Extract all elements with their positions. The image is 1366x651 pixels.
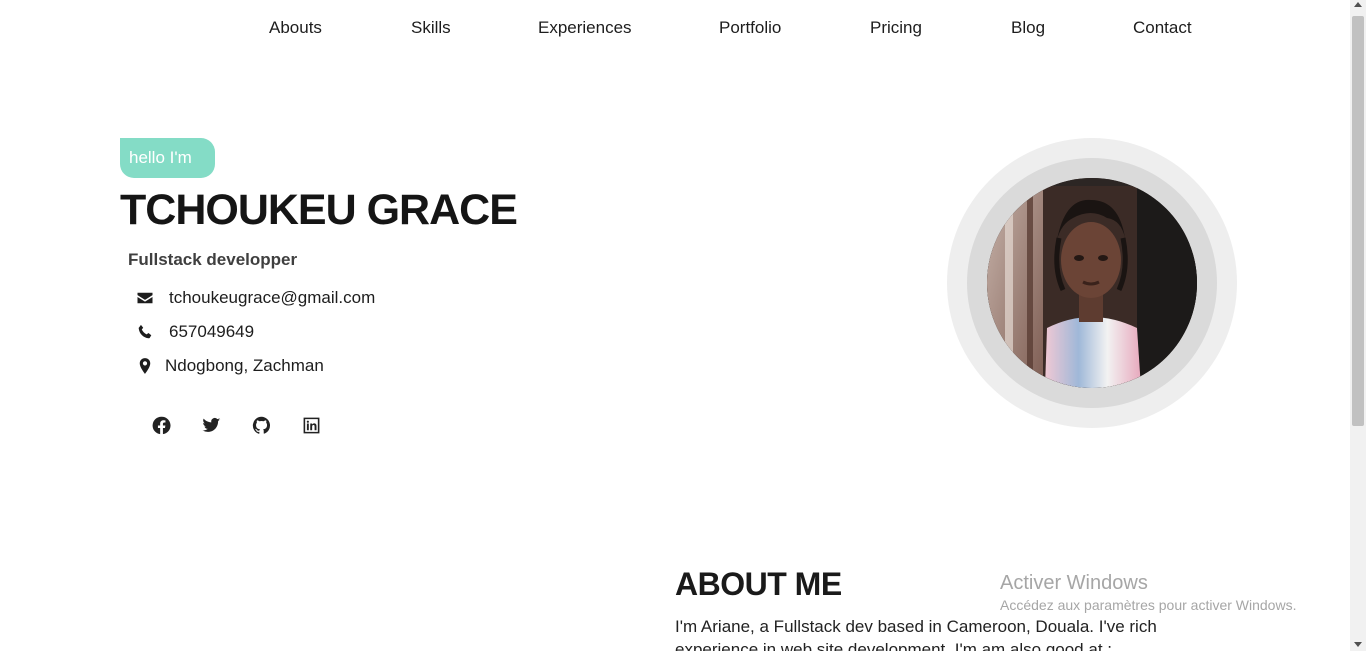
location-text: Ndogbong, Zachman xyxy=(165,356,324,375)
hero-role: Fullstack developper xyxy=(128,250,298,269)
twitter-icon[interactable] xyxy=(202,416,221,435)
avatar-inner-ring xyxy=(967,158,1217,408)
hello-badge: hello I'm xyxy=(120,138,215,178)
nav-item-portfolio[interactable]: Portfolio xyxy=(719,18,781,38)
phone-row: 657049649 xyxy=(136,322,254,342)
linkedin-icon[interactable] xyxy=(302,416,321,435)
watermark-subtitle: Accédez aux paramètres pour activer Wind… xyxy=(1000,597,1297,613)
avatar xyxy=(987,178,1197,388)
avatar-ring xyxy=(947,138,1237,428)
nav-item-experiences[interactable]: Experiences xyxy=(538,18,632,38)
envelope-icon xyxy=(136,289,154,307)
scrollbar-thumb[interactable] xyxy=(1352,16,1364,426)
nav-item-blog[interactable]: Blog xyxy=(1011,18,1045,38)
email-text[interactable]: tchoukeugrace@gmail.com xyxy=(169,288,375,308)
email-row: tchoukeugrace@gmail.com xyxy=(136,288,375,308)
github-icon[interactable] xyxy=(252,416,271,435)
facebook-icon[interactable] xyxy=(152,416,171,435)
about-title: ABOUT ME xyxy=(675,566,842,602)
hero-name: TCHOUKEU GRACE xyxy=(120,186,518,234)
watermark-title: Activer Windows xyxy=(1000,572,1148,594)
phone-text[interactable]: 657049649 xyxy=(169,322,254,342)
phone-icon xyxy=(136,323,154,341)
nav-item-contact[interactable]: Contact xyxy=(1133,18,1192,38)
location-row: Ndogbong, Zachman xyxy=(136,356,324,376)
map-marker-icon xyxy=(136,357,154,375)
top-navigation: Abouts Skills Experiences Portfolio Pric… xyxy=(0,0,1350,56)
vertical-scrollbar[interactable] xyxy=(1350,0,1366,651)
nav-item-pricing[interactable]: Pricing xyxy=(870,18,922,38)
nav-item-abouts[interactable]: Abouts xyxy=(269,18,322,38)
scroll-up-arrow-icon[interactable] xyxy=(1354,2,1362,7)
nav-item-skills[interactable]: Skills xyxy=(411,18,451,38)
windows-activation-watermark: Activer Windows Accédez aux paramètres p… xyxy=(1000,572,1296,613)
about-text: I'm Ariane, a Fullstack dev based in Cam… xyxy=(675,617,1157,651)
social-links xyxy=(152,416,352,435)
scroll-down-arrow-icon[interactable] xyxy=(1354,642,1362,647)
